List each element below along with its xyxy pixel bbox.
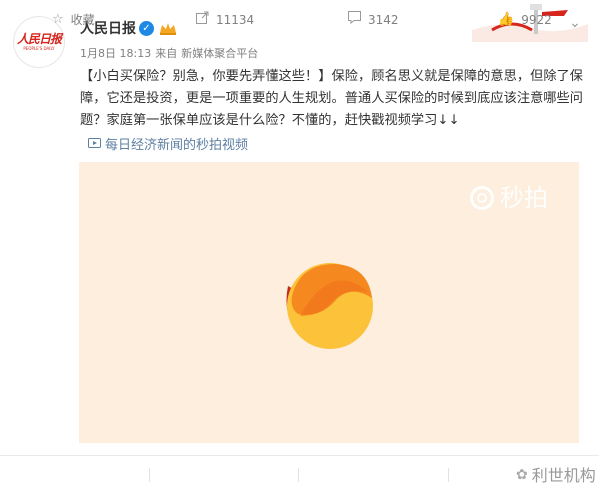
video-icon (88, 137, 101, 155)
video-loading-icon (280, 256, 380, 356)
miaopai-logo-icon (470, 186, 494, 210)
favorite-label: 收藏 (70, 13, 95, 27)
overlay-watermark: ✿ 利世机构 (516, 456, 596, 495)
source-prefix: 来自 (155, 47, 178, 60)
post-source[interactable]: 新媒体聚合平台 (181, 47, 258, 60)
video-watermark-text: 秒拍 (500, 184, 548, 212)
verified-badge-icon: ✓ (139, 21, 154, 36)
post-meta: 1月8日 18:13 来自 新媒体聚合平台 (80, 47, 262, 61)
thumbs-up-icon: 👍 (498, 12, 515, 27)
avatar-logo-subtext: PEOPLE'S DAILY (23, 46, 55, 51)
action-separator (298, 468, 299, 482)
action-separator (448, 468, 449, 482)
overlay-watermark-text: 利世机构 (531, 466, 596, 485)
actions-divider (0, 455, 599, 456)
post-headline: 【小白买保险？别急，你要先弄懂这些！】 (80, 69, 332, 84)
comment-count: 3142 (368, 12, 399, 27)
video-watermark: 秒拍 (470, 183, 548, 213)
vip-crown-icon (158, 21, 178, 36)
repost-count: 11134 (216, 12, 255, 27)
favorite-button[interactable]: ☆ 收藏 (52, 0, 95, 39)
like-button[interactable]: 👍 9922 (498, 0, 552, 39)
wechat-icon: ✿ (516, 467, 528, 483)
video-link[interactable]: 每日经济新闻的秒拍视频 (88, 137, 248, 155)
star-icon: ☆ (52, 12, 64, 27)
comment-button[interactable]: 3142 (348, 0, 399, 39)
comment-icon (348, 11, 361, 28)
like-count: 9922 (521, 12, 552, 27)
action-separator (149, 468, 150, 482)
chevron-down-icon[interactable]: ⌄ (566, 14, 584, 32)
post-text: 【小白买保险？别急，你要先弄懂这些！】保险，顾名思义就是保障的意思，但除了保障，… (80, 66, 585, 132)
video-link-label[interactable]: 每日经济新闻的秒拍视频 (105, 137, 248, 155)
repost-button[interactable]: 11134 (196, 0, 254, 39)
post-date[interactable]: 1月8日 18:13 (80, 47, 151, 60)
repost-icon (196, 11, 209, 28)
